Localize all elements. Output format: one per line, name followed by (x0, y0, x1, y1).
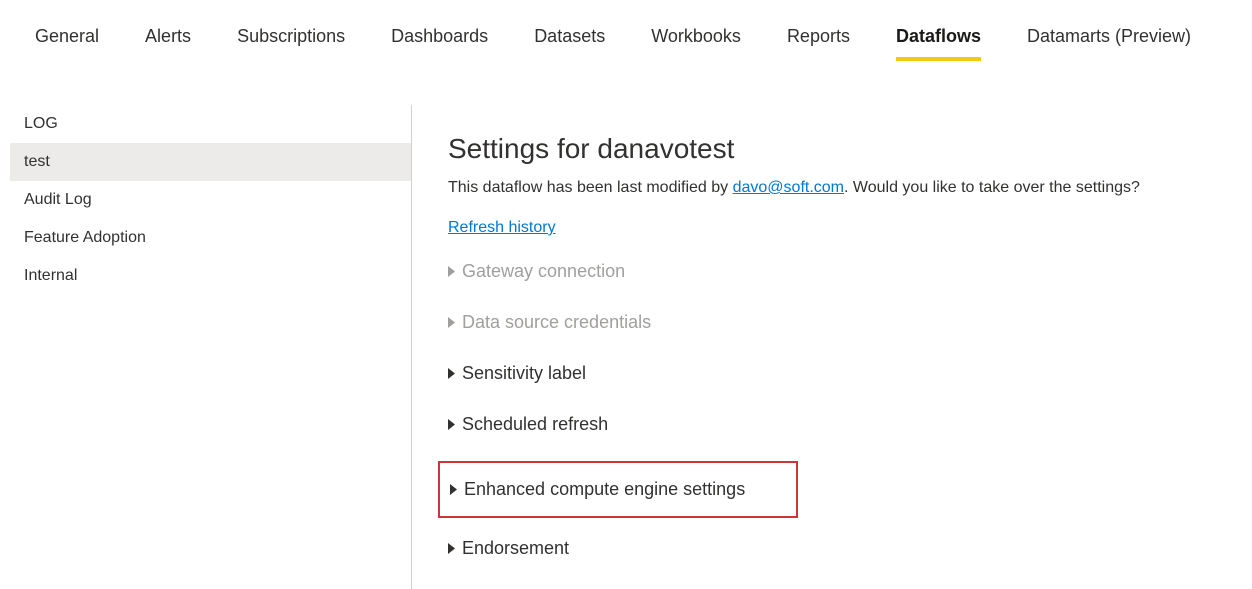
tab-general[interactable]: General (35, 18, 99, 61)
caret-right-icon (448, 543, 458, 554)
tab-workbooks[interactable]: Workbooks (651, 18, 741, 61)
caret-right-icon (448, 419, 458, 430)
page-title: Settings for danavotest (448, 133, 1252, 165)
tab-reports[interactable]: Reports (787, 18, 850, 61)
desc-text-post: . Would you like to take over the settin… (844, 179, 1140, 196)
section-sensitivity-label[interactable]: Sensitivity label (448, 363, 1252, 384)
sidebar-item-test[interactable]: test (10, 143, 411, 181)
section-gateway-connection[interactable]: Gateway connection (448, 261, 1252, 282)
caret-right-icon (448, 266, 458, 277)
tab-dashboards[interactable]: Dashboards (391, 18, 488, 61)
section-data-source-credentials[interactable]: Data source credentials (448, 312, 1252, 333)
section-label: Endorsement (462, 538, 569, 559)
desc-text-pre: This dataflow has been last modified by (448, 179, 733, 196)
caret-right-icon (448, 317, 458, 328)
section-endorsement[interactable]: Endorsement (448, 538, 1252, 559)
top-tabs: General Alerts Subscriptions Dashboards Data… (0, 0, 1252, 61)
sidebar-item-log[interactable]: LOG (10, 105, 411, 143)
modified-by-email-link[interactable]: davo@soft.com (733, 179, 844, 196)
sidebar-item-audit-log[interactable]: Audit Log (10, 181, 411, 219)
caret-right-icon (450, 484, 460, 495)
content-area: Settings for danavotest This dataflow ha… (412, 105, 1252, 589)
tab-datasets[interactable]: Datasets (534, 18, 605, 61)
section-label: Enhanced compute engine settings (464, 479, 745, 500)
section-enhanced-compute-engine-settings[interactable]: Enhanced compute engine settings (438, 461, 798, 518)
refresh-history-link[interactable]: Refresh history (448, 219, 556, 237)
section-scheduled-refresh[interactable]: Scheduled refresh (448, 414, 1252, 435)
page-description: This dataflow has been last modified by … (448, 179, 1252, 197)
section-label: Sensitivity label (462, 363, 586, 384)
tab-dataflows[interactable]: Dataflows (896, 18, 981, 61)
section-label: Gateway connection (462, 261, 625, 282)
tab-alerts[interactable]: Alerts (145, 18, 191, 61)
tab-datamarts-preview-[interactable]: Datamarts (Preview) (1027, 18, 1191, 61)
main-layout: LOGtestAudit LogFeature AdoptionInternal… (0, 105, 1252, 589)
caret-right-icon (448, 368, 458, 379)
sidebar-item-feature-adoption[interactable]: Feature Adoption (10, 219, 411, 257)
sidebar: LOGtestAudit LogFeature AdoptionInternal (0, 105, 412, 589)
section-label: Scheduled refresh (462, 414, 608, 435)
sidebar-item-internal[interactable]: Internal (10, 257, 411, 295)
tab-subscriptions[interactable]: Subscriptions (237, 18, 345, 61)
section-label: Data source credentials (462, 312, 651, 333)
